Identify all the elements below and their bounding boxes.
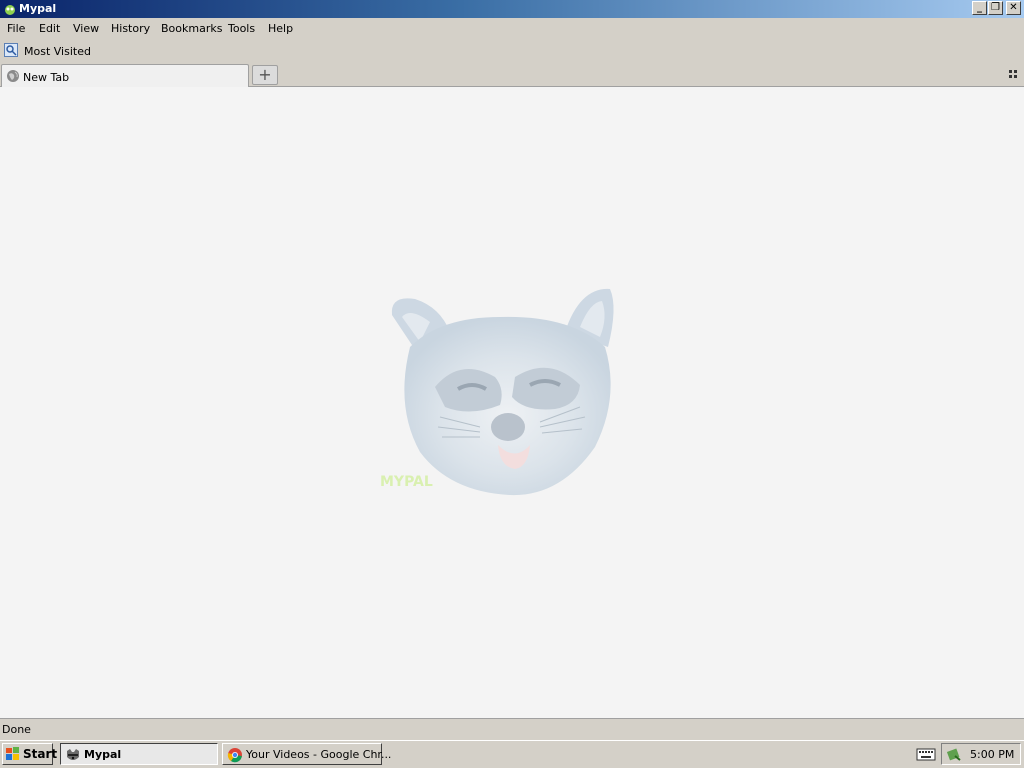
menu-view[interactable]: View <box>73 22 99 35</box>
windows-logo-icon <box>6 747 19 760</box>
list-all-tabs-icon[interactable] <box>1009 70 1018 79</box>
menu-history[interactable]: History <box>111 22 150 35</box>
restore-button[interactable]: ❐ <box>988 1 1003 15</box>
mypal-raccoon-logo: MYPAL <box>380 288 614 496</box>
title-bar[interactable]: Mypal _ ❐ ✕ <box>0 0 1024 18</box>
taskbar-item-label: Mypal <box>84 748 122 761</box>
menu-bookmarks[interactable]: Bookmarks <box>161 22 222 35</box>
window-title: Mypal <box>19 2 57 15</box>
menu-edit[interactable]: Edit <box>39 22 60 35</box>
keyboard-icon[interactable] <box>916 746 936 762</box>
start-button[interactable]: Start <box>2 743 57 765</box>
taskbar-item-chrome[interactable]: Your Videos - Google Chr... <box>222 743 391 765</box>
bookmarks-toolbar: Most Visited <box>0 40 1024 63</box>
new-tab-button[interactable]: + <box>252 65 278 85</box>
tab-strip: New Tab + <box>0 63 1024 87</box>
safely-remove-hardware-icon[interactable] <box>946 746 962 762</box>
mypal-logo-text: MYPAL <box>380 474 433 490</box>
menu-help[interactable]: Help <box>268 22 293 35</box>
menu-file[interactable]: File <box>7 22 25 35</box>
close-button[interactable]: ✕ <box>1006 1 1021 15</box>
taskbar: Start Mypal Your Videos - Google Chr... <box>0 740 1024 768</box>
taskbar-item-label: Your Videos - Google Chr... <box>246 748 392 761</box>
mypal-app-icon <box>5 5 15 15</box>
taskbar-item-mypal[interactable]: Mypal <box>60 743 218 765</box>
page-content: MYPAL <box>0 87 1024 718</box>
most-visited-icon <box>4 43 18 57</box>
clock[interactable]: 5:00 PM <box>970 748 1014 761</box>
globe-icon <box>7 70 19 82</box>
status-text: Done <box>2 723 31 736</box>
system-tray: 5:00 PM <box>941 743 1021 765</box>
menu-bar: File Edit View History Bookmarks Tools H… <box>0 18 1024 40</box>
chrome-icon <box>227 748 242 763</box>
menu-tools[interactable]: Tools <box>228 22 255 35</box>
minimize-button[interactable]: _ <box>972 1 987 15</box>
status-bar: Done <box>0 718 1024 740</box>
most-visited-label: Most Visited <box>24 45 91 58</box>
mypal-raccoon-icon <box>67 749 79 760</box>
tab-new-tab[interactable]: New Tab <box>1 64 249 87</box>
tab-label: New Tab <box>23 71 70 84</box>
start-label: Start <box>23 747 58 761</box>
